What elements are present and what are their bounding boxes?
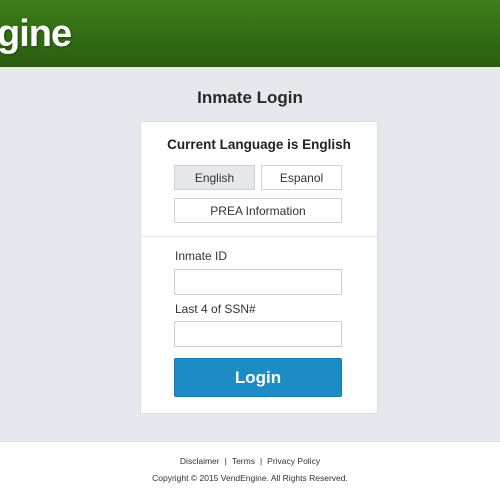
ssn-input[interactable] <box>174 321 342 347</box>
footer-separator: | <box>259 456 263 466</box>
copyright-text: Copyright © 2015 VendEngine. All Rights … <box>152 473 348 483</box>
login-button[interactable]: Login <box>174 358 342 397</box>
ssn-label: Last 4 of SSN# <box>175 302 256 316</box>
footer-links: Disclaimer | Terms | Privacy Policy <box>0 455 500 467</box>
section-divider <box>141 236 377 237</box>
current-language-heading: Current Language is English <box>167 137 351 152</box>
footer-separator: | <box>224 456 227 466</box>
vendengine-logo[interactable]: gine <box>0 12 72 56</box>
disclaimer-link[interactable]: Disclaimer <box>180 456 220 466</box>
site-footer: Disclaimer | Terms | Privacy Policy Copyrigh… <box>0 441 500 500</box>
inmate-id-input[interactable] <box>174 269 342 295</box>
page-title: Inmate Login <box>197 88 303 107</box>
privacy-policy-link[interactable]: Privacy Policy <box>267 456 320 466</box>
login-card: Current Language is English English Espa… <box>140 121 378 414</box>
espanol-button[interactable]: Espanol <box>261 165 342 190</box>
terms-link[interactable]: Terms <box>232 456 255 466</box>
site-header: gine <box>0 0 500 67</box>
english-button[interactable]: English <box>174 165 255 190</box>
inmate-id-label: Inmate ID <box>175 249 228 263</box>
prea-information-button[interactable]: PREA Information <box>174 198 342 223</box>
